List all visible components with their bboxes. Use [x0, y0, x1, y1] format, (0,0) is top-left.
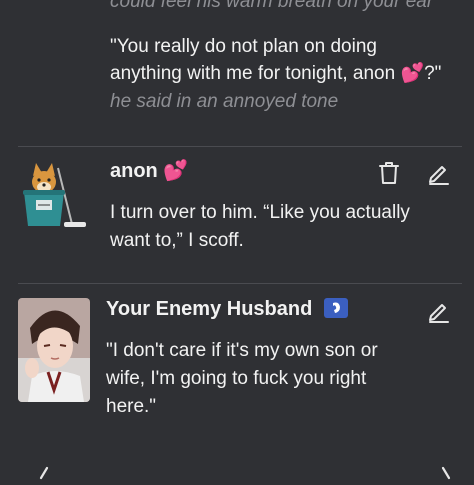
- chevron-right-icon[interactable]: [436, 464, 456, 480]
- doge-in-bucket-avatar[interactable]: [18, 160, 90, 232]
- message-italic-line: could feel his warm breath on your ear: [110, 0, 434, 12]
- message-line: anything with me for tonight, anon 💕?": [110, 63, 442, 84]
- message-line: "I don't care if it's my own son or: [106, 340, 378, 361]
- sender-name: anon 💕: [110, 160, 189, 182]
- message-divider: [18, 283, 462, 284]
- message-line: I turn over to him. “Like you actually: [110, 202, 410, 223]
- sender-name: Your Enemy Husband: [106, 298, 313, 320]
- message-line: wife, I'm going to fuck you right: [106, 368, 367, 389]
- message-italic-line: he said in an annoyed tone: [110, 91, 339, 112]
- pencil-icon[interactable]: [426, 298, 452, 324]
- message-line: here.": [106, 396, 157, 417]
- message-line: "You really do not plan on doing: [110, 36, 377, 57]
- bot-badge-icon: [324, 298, 348, 318]
- pencil-icon[interactable]: [426, 160, 452, 186]
- anime-man-avatar[interactable]: [18, 298, 90, 402]
- message-divider: [18, 146, 462, 147]
- chevron-left-icon[interactable]: [34, 464, 54, 480]
- trash-icon[interactable]: [376, 160, 402, 186]
- message-line: want to,” I scoff.: [110, 230, 244, 251]
